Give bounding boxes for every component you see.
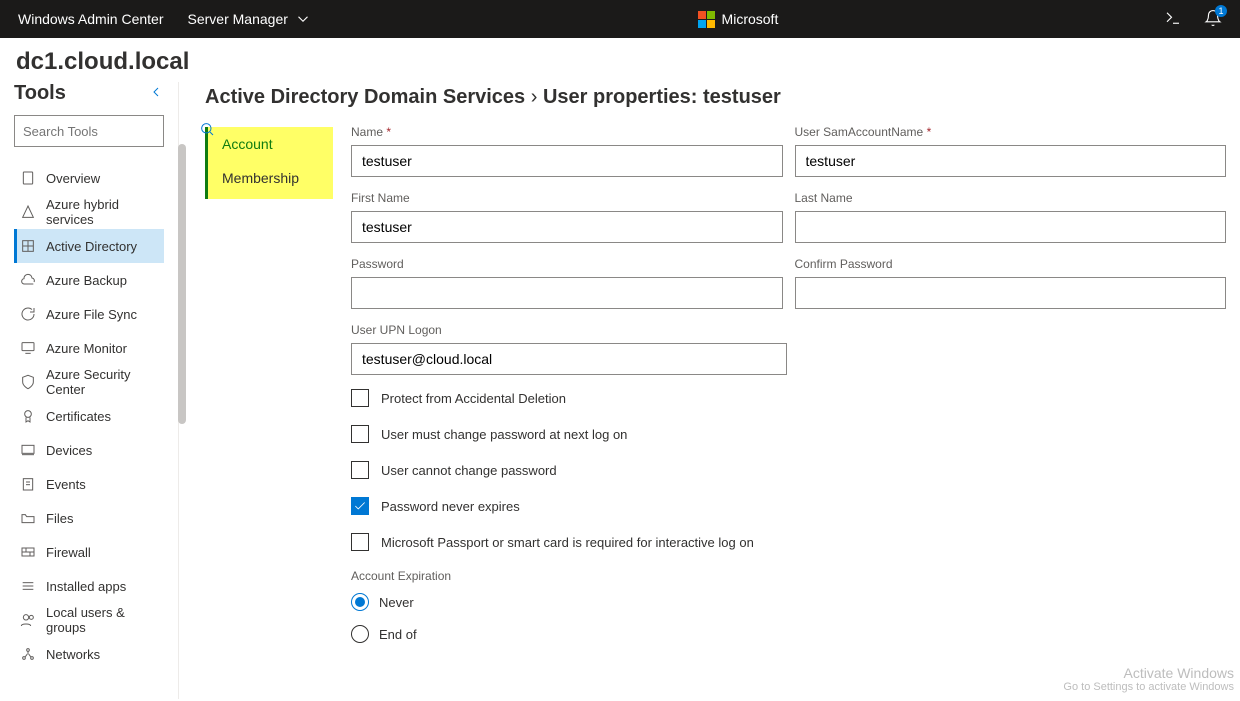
passport-label: Microsoft Passport or smart card is requ… xyxy=(381,535,754,550)
cannot-label: User cannot change password xyxy=(381,463,557,478)
users-icon xyxy=(20,612,36,628)
devices-icon xyxy=(20,442,36,458)
passport-checkbox[interactable] xyxy=(351,533,369,551)
radio-endof[interactable] xyxy=(351,625,369,643)
sidebar-collapse-button[interactable] xyxy=(148,84,164,103)
subnav-account[interactable]: Account xyxy=(208,127,333,161)
nav-networks[interactable]: Networks xyxy=(14,637,164,671)
cpwd-label: Confirm Password xyxy=(795,257,1227,271)
sync-icon xyxy=(20,306,36,322)
upn-label: User UPN Logon xyxy=(351,323,787,337)
main-content: Active Directory Domain Services › User … xyxy=(178,82,1240,699)
radio-never[interactable] xyxy=(351,593,369,611)
user-subnav: Account Membership xyxy=(205,127,333,199)
mustchange-checkbox[interactable] xyxy=(351,425,369,443)
nav-azure-monitor[interactable]: Azure Monitor xyxy=(14,331,164,365)
first-label: First Name xyxy=(351,191,783,205)
ad-icon xyxy=(20,238,36,254)
nav-events[interactable]: Events xyxy=(14,467,164,501)
azure-icon xyxy=(20,204,36,220)
brand: Microsoft xyxy=(312,10,1164,28)
shield-icon xyxy=(20,374,36,390)
subnav-membership[interactable]: Membership xyxy=(208,161,333,195)
sam-input[interactable] xyxy=(795,145,1227,177)
nav-files[interactable]: Files xyxy=(14,501,164,535)
topbar: Windows Admin Center Server Manager Micr… xyxy=(0,0,1240,38)
expiration-label: Account Expiration xyxy=(351,569,1226,583)
last-input[interactable] xyxy=(795,211,1227,243)
neverexpire-checkbox[interactable] xyxy=(351,497,369,515)
protect-label: Protect from Accidental Deletion xyxy=(381,391,566,406)
breadcrumb-root[interactable]: Active Directory Domain Services xyxy=(205,86,525,108)
host-name: dc1.cloud.local xyxy=(0,38,1240,82)
powershell-icon[interactable] xyxy=(1164,9,1182,30)
name-label: Name * xyxy=(351,125,783,139)
monitor-icon xyxy=(20,340,36,356)
app-title[interactable]: Windows Admin Center xyxy=(18,11,164,27)
microsoft-logo-icon xyxy=(698,10,716,28)
name-input[interactable] xyxy=(351,145,783,177)
check-icon xyxy=(353,499,367,513)
nav-overview[interactable]: Overview xyxy=(14,161,164,195)
nav-azure-hybrid[interactable]: Azure hybrid services xyxy=(14,195,164,229)
sidebar-scrollbar[interactable] xyxy=(178,144,186,424)
radio-never-label: Never xyxy=(379,595,414,610)
notifications-icon[interactable]: 1 xyxy=(1204,9,1222,30)
user-form: Name * User SamAccountName * First Name … xyxy=(351,125,1240,699)
cpwd-input[interactable] xyxy=(795,277,1227,309)
radio-endof-label: End of xyxy=(379,627,417,642)
brand-label: Microsoft xyxy=(722,11,779,27)
search-icon xyxy=(199,121,215,141)
nav-local-users[interactable]: Local users & groups xyxy=(14,603,164,637)
sidebar-title: Tools xyxy=(14,82,66,105)
nav-firewall[interactable]: Firewall xyxy=(14,535,164,569)
notification-badge: 1 xyxy=(1215,5,1227,17)
nav-azure-filesync[interactable]: Azure File Sync xyxy=(14,297,164,331)
neverexpire-label: Password never expires xyxy=(381,499,520,514)
cannot-checkbox[interactable] xyxy=(351,461,369,479)
overview-icon xyxy=(20,170,36,186)
sam-label: User SamAccountName * xyxy=(795,125,1227,139)
upn-input[interactable] xyxy=(351,343,787,375)
server-manager-label: Server Manager xyxy=(188,11,288,27)
files-icon xyxy=(20,510,36,526)
pwd-input[interactable] xyxy=(351,277,783,309)
search-tools-input[interactable] xyxy=(14,115,164,147)
network-icon xyxy=(20,646,36,662)
protect-checkbox[interactable] xyxy=(351,389,369,407)
breadcrumb: Active Directory Domain Services › User … xyxy=(205,86,1240,109)
nav-azure-security[interactable]: Azure Security Center xyxy=(14,365,164,399)
pwd-label: Password xyxy=(351,257,783,271)
activate-windows-watermark: Activate Windows Go to Settings to activ… xyxy=(1063,665,1234,693)
nav-certificates[interactable]: Certificates xyxy=(14,399,164,433)
nav-active-directory[interactable]: Active Directory xyxy=(14,229,164,263)
certificate-icon xyxy=(20,408,36,424)
events-icon xyxy=(20,476,36,492)
last-label: Last Name xyxy=(795,191,1227,205)
first-input[interactable] xyxy=(351,211,783,243)
mustchange-label: User must change password at next log on xyxy=(381,427,627,442)
nav-azure-backup[interactable]: Azure Backup xyxy=(14,263,164,297)
search-field[interactable] xyxy=(23,124,199,139)
firewall-icon xyxy=(20,544,36,560)
nav-list: Overview Azure hybrid services Active Di… xyxy=(14,161,164,671)
backup-icon xyxy=(20,272,36,288)
apps-icon xyxy=(20,578,36,594)
chevron-down-icon xyxy=(294,10,312,28)
nav-devices[interactable]: Devices xyxy=(14,433,164,467)
server-manager-menu[interactable]: Server Manager xyxy=(188,10,312,28)
breadcrumb-sep: › xyxy=(531,86,538,108)
nav-installed-apps[interactable]: Installed apps xyxy=(14,569,164,603)
sidebar: Tools Overview Azure hybrid services Act… xyxy=(0,82,178,699)
breadcrumb-leaf: User properties: testuser xyxy=(543,86,781,108)
